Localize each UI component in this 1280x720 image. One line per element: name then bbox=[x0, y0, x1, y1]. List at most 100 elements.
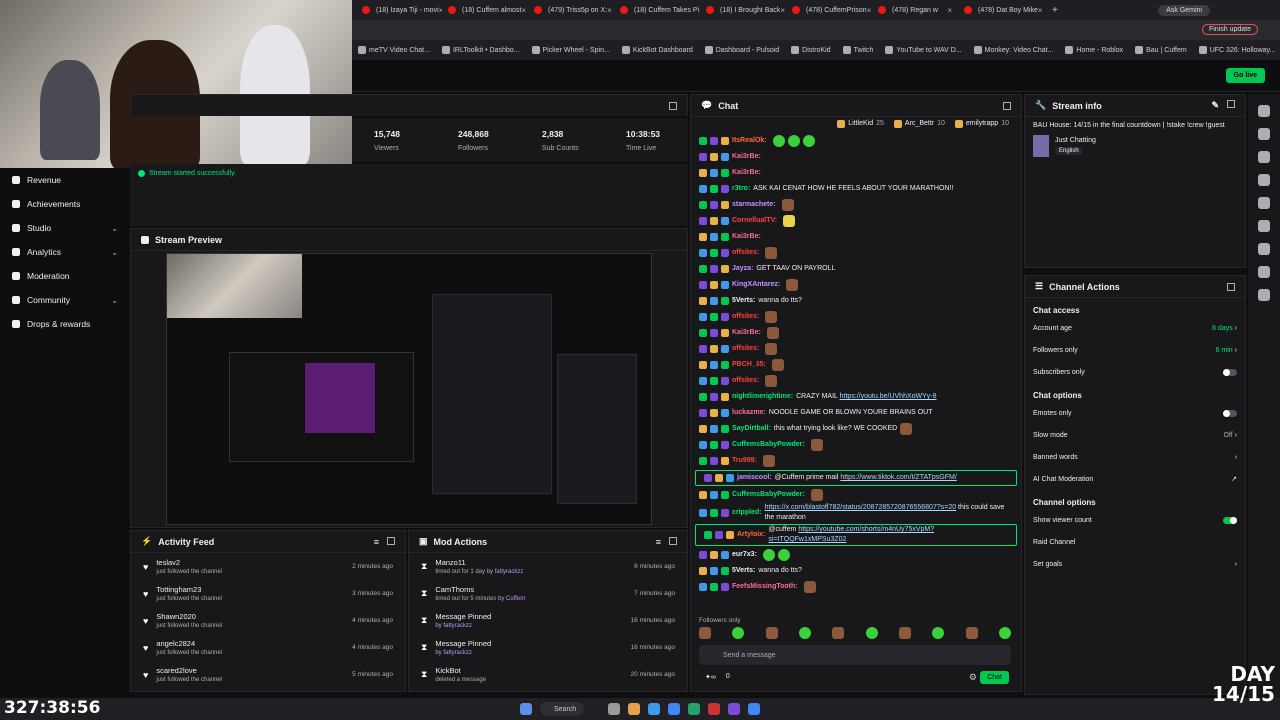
bookmark-item[interactable]: KickBot Dashboard bbox=[616, 46, 699, 54]
chat-username[interactable]: starmachete: bbox=[732, 200, 776, 210]
emote-picker-icon[interactable] bbox=[832, 627, 845, 639]
chat-username[interactable]: Kai3rBe: bbox=[732, 152, 761, 162]
address-bar[interactable]: Finish update bbox=[352, 20, 1280, 40]
activity-user[interactable]: Tottingham23 bbox=[156, 585, 222, 594]
chat-link[interactable]: https://x.com/blastoff782/status/2087285… bbox=[765, 504, 957, 511]
chat-bubble-icon[interactable] bbox=[1258, 197, 1270, 209]
close-icon[interactable]: × bbox=[1038, 6, 1043, 15]
emote-picker-icon[interactable] bbox=[965, 627, 978, 639]
slow-mode-row[interactable]: Slow mode Off › bbox=[1025, 424, 1245, 446]
emote-picker-icon[interactable] bbox=[898, 627, 911, 639]
taskbar-app-icon[interactable] bbox=[728, 703, 740, 715]
camera-icon[interactable] bbox=[1258, 128, 1270, 140]
chat-link[interactable]: https://www.tiktok.com/t/ZTATpsGFM/ bbox=[840, 474, 956, 481]
activity-user[interactable]: scared2love bbox=[156, 666, 222, 675]
chat-username[interactable]: r3tro: bbox=[732, 184, 750, 194]
bookmark-item[interactable]: Home - Roblox bbox=[1059, 46, 1129, 54]
bookmark-item[interactable]: IRLToolkit • Dashbo... bbox=[436, 46, 526, 54]
popout-icon[interactable] bbox=[387, 536, 395, 545]
send-chat-button[interactable]: Chat bbox=[980, 671, 1009, 684]
clipboard-icon[interactable] bbox=[1258, 174, 1270, 186]
chat-username[interactable]: crippled: bbox=[732, 508, 762, 518]
mod-action-name[interactable]: CamThoms bbox=[435, 585, 525, 594]
chat-username[interactable]: Kai3rBe: bbox=[732, 168, 761, 178]
wrench-icon[interactable] bbox=[1258, 266, 1270, 278]
chat-username[interactable]: Tru999: bbox=[732, 456, 757, 466]
chat-username[interactable]: nightlimerightime: bbox=[732, 392, 793, 402]
edit-icon[interactable]: ✎ bbox=[1211, 100, 1219, 111]
close-icon[interactable]: × bbox=[521, 6, 526, 15]
chat-username[interactable]: CuffemsBabyPowder: bbox=[732, 490, 805, 500]
emote-picker-icon[interactable] bbox=[798, 627, 811, 639]
followers-only-row[interactable]: Followers only 6 min › bbox=[1025, 339, 1245, 361]
mod-action-name[interactable]: Message Pinned bbox=[435, 639, 491, 648]
mod-action-name[interactable]: Message Pinned bbox=[435, 612, 491, 621]
top-chatter[interactable]: emilytrapp 10 bbox=[954, 120, 1009, 128]
nodes-icon[interactable] bbox=[1258, 289, 1270, 301]
chat-username[interactable]: eur7x3: bbox=[732, 550, 757, 560]
browser-tab[interactable]: (479) Triss5p on X: × bbox=[528, 0, 614, 20]
bookmark-item[interactable]: DistroKid bbox=[785, 46, 836, 54]
filter-icon[interactable]: ≡ bbox=[374, 537, 379, 547]
activity-user[interactable]: angelc2824 bbox=[156, 639, 222, 648]
link-icon[interactable] bbox=[1258, 220, 1270, 232]
bookmark-item[interactable]: meTV Video Chat... bbox=[352, 46, 436, 54]
popout-icon[interactable] bbox=[669, 102, 677, 110]
mod-action-by[interactable]: fattyrackzz bbox=[443, 650, 472, 656]
emote-picker-icon[interactable] bbox=[932, 627, 945, 639]
activity-user[interactable]: Shawn2020 bbox=[156, 612, 222, 621]
raid-channel-row[interactable]: Raid Channel bbox=[1025, 531, 1245, 553]
close-icon[interactable]: × bbox=[607, 6, 612, 15]
banned-words-row[interactable]: Banned words › bbox=[1025, 446, 1245, 468]
taskbar-search[interactable]: Search bbox=[540, 702, 600, 716]
bookmark-item[interactable]: UFC 326: Holloway... bbox=[1193, 46, 1280, 54]
popout-icon[interactable] bbox=[1003, 101, 1011, 110]
bookmark-item[interactable]: YouTube to WAV D... bbox=[879, 46, 967, 54]
filter-icon[interactable]: ≡ bbox=[656, 537, 661, 547]
taskbar-app-icon[interactable] bbox=[608, 703, 620, 715]
ai-moderation-row[interactable]: AI Chat Moderation ↗ bbox=[1025, 468, 1245, 490]
popout-icon[interactable] bbox=[669, 536, 677, 545]
sidebar-item-moderation[interactable]: Moderation bbox=[0, 264, 130, 288]
chat-username[interactable]: Kai3rBe: bbox=[732, 232, 761, 242]
emote-picker-icon[interactable] bbox=[865, 627, 878, 639]
close-icon[interactable]: × bbox=[867, 6, 872, 15]
sidebar-item-revenue[interactable]: Revenue bbox=[0, 168, 130, 192]
bookmark-item[interactable]: Bau | Cuffem bbox=[1129, 46, 1193, 54]
chat-username[interactable]: Kai3rBe: bbox=[732, 328, 761, 338]
chat-username[interactable]: FeefsMissingTooth: bbox=[732, 582, 798, 592]
emotes-only-toggle[interactable] bbox=[1223, 409, 1237, 417]
browser-tab[interactable]: (478) CuffemPrison × bbox=[786, 0, 872, 20]
chat-username[interactable]: KingXAntarez: bbox=[732, 280, 780, 290]
chat-input[interactable]: Send a message bbox=[699, 645, 1011, 665]
stream-preview-video[interactable] bbox=[166, 253, 652, 525]
windows-start-icon[interactable] bbox=[520, 703, 532, 715]
set-goals-row[interactable]: Set goals › bbox=[1025, 553, 1245, 575]
chat-username[interactable]: luckazme: bbox=[732, 408, 766, 418]
chrome-icon[interactable] bbox=[668, 703, 680, 715]
show-viewer-count-toggle[interactable] bbox=[1223, 516, 1237, 524]
mod-action-name[interactable]: KickBot bbox=[435, 666, 486, 675]
bookmark-item[interactable]: Picker Wheel - Spin... bbox=[526, 46, 616, 54]
chat-username[interactable]: Artyloix: bbox=[737, 530, 765, 540]
chat-username[interactable]: offsites: bbox=[732, 312, 759, 322]
chat-username[interactable]: 5Verts: bbox=[732, 296, 755, 306]
activity-user[interactable]: teslav2 bbox=[156, 558, 222, 567]
chat-username[interactable]: Jayza: bbox=[732, 264, 753, 274]
bolt-icon[interactable] bbox=[1258, 151, 1270, 163]
popout-icon[interactable] bbox=[1227, 282, 1235, 291]
browser-tab[interactable]: (478) Dat Boy Mike × bbox=[958, 0, 1044, 20]
chat-username[interactable]: jamiscool: bbox=[737, 473, 772, 483]
edge-icon[interactable] bbox=[648, 703, 660, 715]
mod-action-name[interactable]: Manzo11 bbox=[435, 558, 523, 567]
chat-username[interactable]: PBCH_35: bbox=[732, 360, 766, 370]
finish-update-button[interactable]: Finish update bbox=[1201, 24, 1258, 35]
chat-username[interactable]: offsites: bbox=[732, 344, 759, 354]
mod-action-by[interactable]: fattyrackzz bbox=[495, 569, 524, 575]
emote-picker-icon[interactable] bbox=[732, 627, 745, 639]
account-age-row[interactable]: Account age 6 days › bbox=[1025, 317, 1245, 339]
mod-action-by[interactable]: Cuffem bbox=[506, 596, 525, 602]
browser-tab[interactable]: (18) I Brought Back × bbox=[700, 0, 786, 20]
emote-picker-icon[interactable] bbox=[765, 627, 778, 639]
chat-username[interactable]: SayDirtball: bbox=[732, 424, 771, 434]
